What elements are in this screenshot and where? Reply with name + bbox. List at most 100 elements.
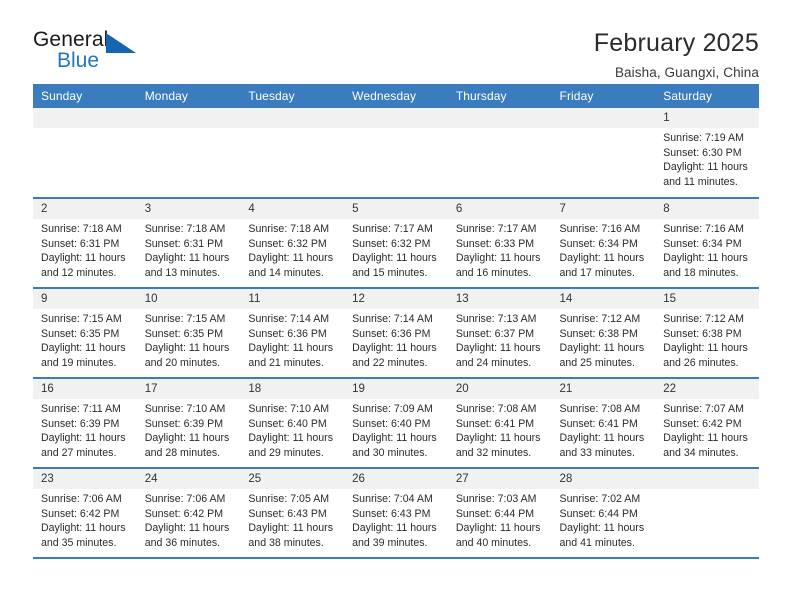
day-details: Sunrise: 7:12 AM Sunset: 6:38 PM Daylight:… <box>552 309 656 370</box>
calendar-day-cell[interactable]: 23 Sunrise: 7:06 AM Sunset: 6:42 PM Dayligh… <box>33 468 137 559</box>
daylight-duration-line2: and 27 minutes. <box>41 446 117 459</box>
calendar-day-cell[interactable]: 11 Sunrise: 7:14 AM Sunset: 6:36 PM Dayligh… <box>240 288 345 379</box>
day-cell-inner: 22 Sunrise: 7:07 AM Sunset: 6:42 PM Dayligh… <box>655 379 759 467</box>
calendar-day-cell[interactable]: 1 Sunrise: 7:19 AM Sunset: 6:30 PM Daylight… <box>655 108 759 199</box>
calendar-day-cell[interactable]: 21 Sunrise: 7:08 AM Sunset: 6:41 PM Dayligh… <box>551 378 656 469</box>
day-details: Sunrise: 7:09 AM Sunset: 6:40 PM Daylight:… <box>344 399 448 460</box>
day-details: Sunrise: 7:16 AM Sunset: 6:34 PM Daylight:… <box>655 219 759 280</box>
calendar-day-cell[interactable]: 4 Sunrise: 7:18 AM Sunset: 6:32 PM Daylight… <box>240 198 345 289</box>
day-number <box>655 469 759 489</box>
sunrise-time: Sunrise: 7:08 AM <box>455 403 537 415</box>
daylight-duration-line2: and 14 minutes. <box>248 266 324 279</box>
day-details: Sunrise: 7:15 AM Sunset: 6:35 PM Daylight:… <box>137 309 241 370</box>
calendar-day-cell[interactable]: 25 Sunrise: 7:05 AM Sunset: 6:43 PM Dayligh… <box>240 468 345 559</box>
calendar-page: General Blue February 2025 Baisha, Guang… <box>0 0 792 612</box>
weekday-header-tuesday: Tuesday <box>240 84 345 108</box>
sunrise-time: Sunrise: 7:08 AM <box>559 403 641 415</box>
sunset-time: Sunset: 6:44 PM <box>559 507 638 520</box>
calendar-day-cell[interactable]: 27 Sunrise: 7:03 AM Sunset: 6:44 PM Dayligh… <box>447 468 552 559</box>
day-number: 17 <box>136 379 241 399</box>
daylight-duration-line1: Daylight: 11 hours <box>248 252 334 265</box>
daylight-duration-line2: and 16 minutes. <box>455 266 532 279</box>
page-title: February 2025 <box>593 29 759 57</box>
calendar-day-cell[interactable]: 24 Sunrise: 7:06 AM Sunset: 6:42 PM Dayligh… <box>136 468 241 559</box>
calendar-day-cell[interactable]: 9 Sunrise: 7:15 AM Sunset: 6:35 PM Daylight… <box>33 288 137 379</box>
calendar-day-cell[interactable]: 16 Sunrise: 7:11 AM Sunset: 6:39 PM Dayligh… <box>33 378 137 469</box>
sunrise-time: Sunrise: 7:19 AM <box>663 132 744 144</box>
calendar-day-cell[interactable]: 10 Sunrise: 7:15 AM Sunset: 6:35 PM Dayligh… <box>136 288 241 379</box>
calendar-day-cell[interactable]: 14 Sunrise: 7:12 AM Sunset: 6:38 PM Dayligh… <box>551 288 656 379</box>
day-cell-inner: 27 Sunrise: 7:03 AM Sunset: 6:44 PM Dayligh… <box>447 469 552 557</box>
general-blue-logo[interactable]: General Blue <box>33 28 153 76</box>
daylight-duration-line1: Daylight: 11 hours <box>559 522 645 535</box>
calendar-week-row: 9 Sunrise: 7:15 AM Sunset: 6:35 PM Daylight… <box>33 288 759 379</box>
daylight-duration-line1: Daylight: 11 hours <box>144 342 230 355</box>
calendar-day-cell[interactable]: 3 Sunrise: 7:18 AM Sunset: 6:31 PM Daylight… <box>136 198 241 289</box>
calendar-day-cell[interactable]: 22 Sunrise: 7:07 AM Sunset: 6:42 PM Dayligh… <box>655 378 759 469</box>
day-cell-inner: 2 Sunrise: 7:18 AM Sunset: 6:31 PM Daylight… <box>33 199 137 287</box>
calendar-day-cell[interactable]: 12 Sunrise: 7:14 AM Sunset: 6:36 PM Dayligh… <box>344 288 448 379</box>
sunrise-time: Sunrise: 7:10 AM <box>248 403 330 415</box>
daylight-duration-line1: Daylight: 11 hours <box>352 522 437 535</box>
daylight-duration-line1: Daylight: 11 hours <box>559 342 645 355</box>
calendar-day-cell[interactable]: 18 Sunrise: 7:10 AM Sunset: 6:40 PM Dayligh… <box>240 378 345 469</box>
calendar-day-cell[interactable]: 7 Sunrise: 7:16 AM Sunset: 6:34 PM Daylight… <box>551 198 656 289</box>
sunset-time: Sunset: 6:42 PM <box>41 507 120 520</box>
page-subtitle-location: Baisha, Guangxi, China <box>614 64 759 80</box>
day-number: 11 <box>240 289 345 309</box>
sunset-time: Sunset: 6:41 PM <box>455 417 535 430</box>
day-cell-inner <box>551 108 656 197</box>
day-details: Sunrise: 7:18 AM Sunset: 6:31 PM Daylight:… <box>33 219 137 280</box>
day-number: 21 <box>551 379 656 399</box>
calendar-day-cell[interactable]: 17 Sunrise: 7:10 AM Sunset: 6:39 PM Dayligh… <box>136 378 241 469</box>
day-cell-inner: 19 Sunrise: 7:09 AM Sunset: 6:40 PM Dayligh… <box>344 379 448 467</box>
day-cell-inner: 25 Sunrise: 7:05 AM Sunset: 6:43 PM Dayligh… <box>240 469 345 557</box>
daylight-duration-line2: and 17 minutes. <box>559 266 635 279</box>
daylight-duration-line1: Daylight: 11 hours <box>663 342 748 355</box>
daylight-duration-line1: Daylight: 11 hours <box>559 432 645 445</box>
day-details: Sunrise: 7:17 AM Sunset: 6:33 PM Daylight:… <box>448 219 552 280</box>
sunset-time: Sunset: 6:37 PM <box>455 327 535 340</box>
daylight-duration-line1: Daylight: 11 hours <box>41 342 126 355</box>
daylight-duration-line1: Daylight: 11 hours <box>455 252 541 265</box>
day-number: 20 <box>447 379 552 399</box>
calendar-day-cell-empty <box>33 108 137 199</box>
day-details: Sunrise: 7:13 AM Sunset: 6:37 PM Daylight:… <box>448 309 552 370</box>
day-number: 22 <box>655 379 759 399</box>
day-details: Sunrise: 7:06 AM Sunset: 6:42 PM Daylight:… <box>33 489 137 550</box>
daylight-duration-line2: and 33 minutes. <box>559 446 635 459</box>
calendar-day-cell[interactable]: 2 Sunrise: 7:18 AM Sunset: 6:31 PM Daylight… <box>33 198 137 289</box>
calendar-day-cell-empty <box>447 108 552 199</box>
sunset-time: Sunset: 6:34 PM <box>663 237 742 250</box>
sunrise-time: Sunrise: 7:18 AM <box>248 223 330 235</box>
day-details: Sunrise: 7:14 AM Sunset: 6:36 PM Daylight:… <box>240 309 344 370</box>
sunset-time: Sunset: 6:39 PM <box>41 417 120 430</box>
calendar-day-cell[interactable]: 13 Sunrise: 7:13 AM Sunset: 6:37 PM Dayligh… <box>447 288 552 379</box>
day-details: Sunrise: 7:04 AM Sunset: 6:43 PM Daylight:… <box>344 489 448 550</box>
day-details: Sunrise: 7:07 AM Sunset: 6:42 PM Daylight:… <box>655 399 759 460</box>
masthead: General Blue February 2025 Baisha, Guang… <box>33 0 759 80</box>
day-details: Sunrise: 7:08 AM Sunset: 6:41 PM Daylight:… <box>448 399 552 460</box>
sunrise-time: Sunrise: 7:15 AM <box>144 313 226 325</box>
calendar-day-cell[interactable]: 6 Sunrise: 7:17 AM Sunset: 6:33 PM Daylight… <box>447 198 552 289</box>
day-number: 10 <box>136 289 241 309</box>
calendar-day-cell[interactable]: 20 Sunrise: 7:08 AM Sunset: 6:41 PM Dayligh… <box>447 378 552 469</box>
daylight-duration-line1: Daylight: 11 hours <box>144 432 230 445</box>
day-number: 14 <box>551 289 656 309</box>
calendar-day-cell[interactable]: 28 Sunrise: 7:02 AM Sunset: 6:44 PM Dayligh… <box>551 468 656 559</box>
sunrise-time: Sunrise: 7:03 AM <box>455 493 537 505</box>
daylight-duration-line1: Daylight: 11 hours <box>663 432 748 445</box>
calendar-day-cell[interactable]: 15 Sunrise: 7:12 AM Sunset: 6:38 PM Dayligh… <box>655 288 759 379</box>
calendar-day-cell[interactable]: 26 Sunrise: 7:04 AM Sunset: 6:43 PM Dayligh… <box>344 468 448 559</box>
calendar-week-row: 16 Sunrise: 7:11 AM Sunset: 6:39 PM Dayligh… <box>33 378 759 469</box>
daylight-duration-line1: Daylight: 11 hours <box>663 161 748 174</box>
daylight-duration-line1: Daylight: 11 hours <box>41 522 126 535</box>
sunset-time: Sunset: 6:43 PM <box>248 507 327 520</box>
calendar-day-cell[interactable]: 19 Sunrise: 7:09 AM Sunset: 6:40 PM Dayligh… <box>344 378 448 469</box>
calendar-week-row: 23 Sunrise: 7:06 AM Sunset: 6:42 PM Dayligh… <box>33 468 759 559</box>
calendar-day-cell[interactable]: 5 Sunrise: 7:17 AM Sunset: 6:32 PM Daylight… <box>344 198 448 289</box>
day-cell-inner: 16 Sunrise: 7:11 AM Sunset: 6:39 PM Dayligh… <box>33 379 137 467</box>
day-cell-inner: 18 Sunrise: 7:10 AM Sunset: 6:40 PM Dayligh… <box>240 379 345 467</box>
calendar-day-cell[interactable]: 8 Sunrise: 7:16 AM Sunset: 6:34 PM Daylight… <box>655 198 759 289</box>
daylight-duration-line1: Daylight: 11 hours <box>352 432 437 445</box>
